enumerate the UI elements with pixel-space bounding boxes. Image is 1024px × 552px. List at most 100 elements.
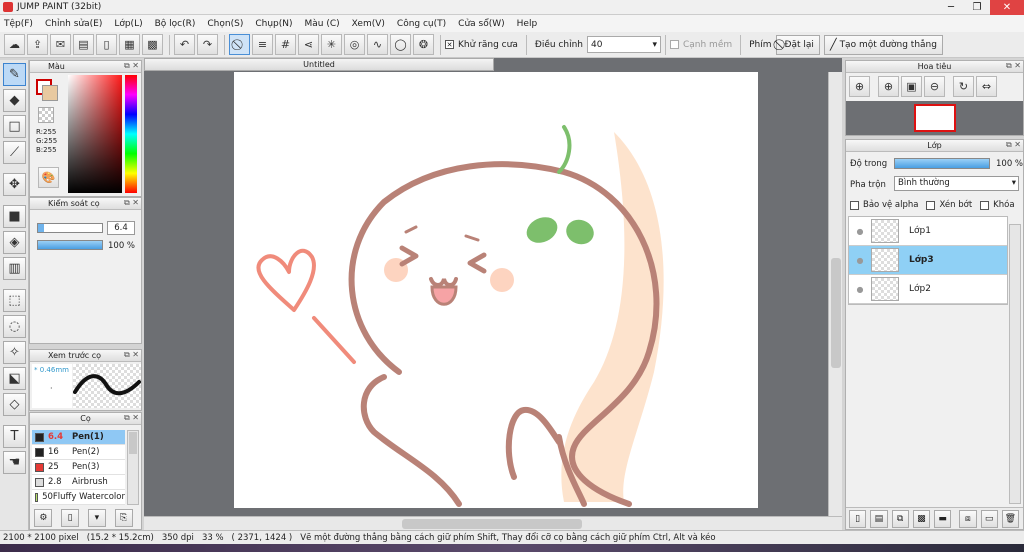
maximize-icon[interactable]: ❐ — [964, 0, 990, 15]
eraser-tool-icon[interactable]: ◆ — [3, 89, 26, 112]
lasso-tool-icon[interactable]: ◌ — [3, 315, 26, 338]
perspective-ruler-icon[interactable]: ⋖ — [298, 34, 319, 55]
navigator-preview[interactable] — [846, 101, 1023, 135]
brush-item-fluffy-watercolor[interactable]: 50 Fluffy Watercolor — [32, 490, 125, 505]
halftone-layer-icon[interactable]: ▩ — [912, 509, 930, 528]
new-layer-folder-icon[interactable]: ▤ — [870, 509, 888, 528]
text-tool-icon[interactable]: T — [3, 425, 26, 448]
clip-checkbox[interactable] — [926, 200, 936, 210]
layer-row-2[interactable]: ● Lớp2 — [849, 275, 1007, 304]
brush-size-field[interactable]: 6.4 — [107, 221, 135, 235]
magic-wand-tool-icon[interactable]: ✧ — [3, 341, 26, 364]
line-tool-icon[interactable]: ⟋ — [3, 141, 26, 164]
brushes-scrollbar[interactable] — [127, 430, 139, 505]
canvas-horizontal-scrollbar[interactable] — [144, 516, 842, 530]
flip-icon[interactable]: ⇔ — [976, 76, 997, 97]
brush-settings-icon[interactable]: ⚙ — [34, 509, 53, 527]
menu-view[interactable]: Xem(V) — [352, 19, 385, 29]
radial-ruler-icon[interactable]: ✳ — [321, 34, 342, 55]
document-icon[interactable]: ▯ — [96, 34, 117, 55]
panel-pin-icon[interactable]: ⧉ ✕ — [124, 413, 139, 423]
merge-layer-icon[interactable]: ⧈ — [959, 509, 977, 528]
gradient-tool-icon[interactable]: ▥ — [3, 257, 26, 280]
brush-item-airbrush[interactable]: 2.8 Airbrush — [32, 475, 125, 490]
symmetry-ruler-icon[interactable]: ❂ — [413, 34, 434, 55]
menu-capture[interactable]: Chụp(N) — [255, 19, 292, 29]
panel-pin-icon[interactable]: ⧉ ✕ — [124, 198, 139, 208]
menu-layer[interactable]: Lớp(L) — [114, 19, 142, 29]
bucket-tool-icon[interactable]: ◈ — [3, 231, 26, 254]
menu-help[interactable]: Help — [517, 19, 538, 29]
reset-button[interactable]: ⃠ Đặt lại — [775, 34, 820, 55]
hue-slider[interactable] — [125, 75, 137, 193]
new-layer-icon[interactable]: ▯ — [849, 509, 867, 528]
select-pen-tool-icon[interactable]: ⬕ — [3, 367, 26, 390]
cross-ruler-icon[interactable]: # — [275, 34, 296, 55]
comment-icon[interactable]: ✉ — [50, 34, 71, 55]
lock-checkbox[interactable] — [980, 200, 990, 210]
transparent-swatch[interactable] — [38, 107, 54, 123]
straight-line-button[interactable]: ╱ Tạo một đường thẳng — [823, 34, 943, 55]
minimize-icon[interactable]: ─ — [938, 0, 964, 15]
menu-tools[interactable]: Công cụ(T) — [397, 19, 446, 29]
rectangle-tool-icon[interactable]: □ — [3, 115, 26, 138]
menu-file[interactable]: Tệp(F) — [4, 19, 33, 29]
panel-pin-icon[interactable]: ⧉ ✕ — [124, 350, 139, 360]
layer-row-3[interactable]: ● Lớp3 — [849, 246, 1007, 275]
adjust-select[interactable]: 40 ▾ — [586, 36, 661, 53]
ellipse-ruler-icon[interactable]: ◯ — [390, 34, 411, 55]
panel-pin-icon[interactable]: ⧉ ✕ — [124, 61, 139, 71]
brush-menu-icon[interactable]: ▾ — [87, 509, 106, 527]
fill-rect-tool-icon[interactable]: ■ — [3, 205, 26, 228]
layer-row-1[interactable]: ● Lớp1 — [849, 217, 1007, 246]
grid-icon[interactable]: ▩ — [142, 34, 163, 55]
protect-alpha-checkbox[interactable] — [850, 200, 859, 210]
chat-icon[interactable]: ▤ — [73, 34, 94, 55]
panel-pin-icon[interactable]: ⧉ ✕ — [1006, 61, 1021, 71]
select-eraser-tool-icon[interactable]: ◇ — [3, 393, 26, 416]
new-brush-icon[interactable]: ▯ — [61, 509, 80, 527]
parallel-ruler-icon[interactable]: ≡ — [252, 34, 273, 55]
folder-icon[interactable]: ▬ — [934, 509, 952, 528]
antialias-checkbox[interactable]: ✕ — [445, 40, 454, 49]
layer-list-scrollbar[interactable] — [1009, 224, 1021, 504]
brush-opacity-slider[interactable] — [37, 240, 103, 250]
brush-item-pen1[interactable]: 6.4 Pen(1) — [32, 430, 125, 445]
panel-pin-icon[interactable]: ⧉ ✕ — [1006, 140, 1021, 150]
move-tool-icon[interactable]: ✥ — [3, 173, 26, 196]
menu-filter[interactable]: Bộ lọc(R) — [155, 19, 196, 29]
delete-layer-icon[interactable]: 🗑 — [1001, 509, 1019, 528]
zoom-in-icon[interactable]: ⊕ — [878, 76, 899, 97]
no-ruler-icon[interactable]: ⃠ — [229, 34, 250, 55]
menu-select[interactable]: Chọn(S) — [207, 19, 243, 29]
select-rect-tool-icon[interactable]: ⬚ — [3, 289, 26, 312]
hand-tool-icon[interactable]: ☚ — [3, 451, 26, 474]
saturation-value-picker[interactable] — [68, 75, 122, 193]
share-icon[interactable]: ⇪ — [27, 34, 48, 55]
menu-edit[interactable]: Chỉnh sửa(E) — [45, 19, 102, 29]
zoom-fit-icon[interactable]: ⊕ — [849, 76, 870, 97]
redo-icon[interactable]: ↷ — [197, 34, 218, 55]
concentric-ruler-icon[interactable]: ◎ — [344, 34, 365, 55]
menu-window[interactable]: Cửa sổ(W) — [458, 19, 504, 29]
zoom-out-icon[interactable]: ⊖ — [924, 76, 945, 97]
menu-color[interactable]: Màu (C) — [305, 19, 340, 29]
visibility-icon[interactable]: ● — [849, 285, 871, 294]
curve-ruler-icon[interactable]: ∿ — [367, 34, 388, 55]
undo-icon[interactable]: ↶ — [174, 34, 195, 55]
document-tab[interactable]: Untitled — [144, 58, 494, 71]
smooth-edge-checkbox[interactable] — [669, 40, 679, 49]
brush-item-pen2[interactable]: 16 Pen(2) — [32, 445, 125, 460]
brush-size-slider[interactable] — [37, 223, 103, 233]
brush-export-icon[interactable]: ⎘ — [114, 509, 133, 527]
pen-tool-icon[interactable]: ✎ — [3, 63, 26, 86]
blend-mode-select[interactable]: Bình thường ▾ — [894, 176, 1019, 191]
cloud-icon[interactable]: ☁ — [4, 34, 25, 55]
brush-item-pen3[interactable]: 25 Pen(3) — [32, 460, 125, 475]
canvas-vertical-scrollbar[interactable] — [828, 72, 842, 517]
background-swatch[interactable] — [42, 85, 58, 101]
rotate-icon[interactable]: ↻ — [953, 76, 974, 97]
visibility-icon[interactable]: ● — [849, 227, 871, 236]
palette-icon[interactable]: 🎨 — [38, 167, 59, 188]
close-icon[interactable]: ✕ — [990, 0, 1024, 15]
